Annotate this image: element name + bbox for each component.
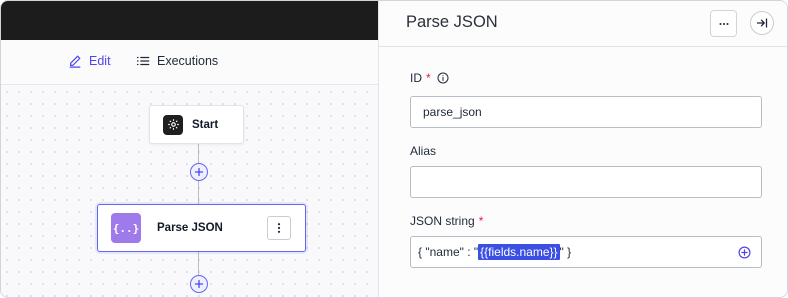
workflow-toolbar: Edit Executions [1,40,378,85]
node-menu-button[interactable] [267,216,291,240]
executions-tab[interactable]: Executions [136,54,218,68]
more-options-button[interactable] [710,10,737,37]
app-frame: Edit Executions Start {..} Parse JSON Pa… [0,0,788,298]
edit-tab[interactable]: Edit [68,54,111,68]
kebab-menu-icon [277,223,281,233]
id-field-label: ID * [410,71,449,85]
plus-icon [194,279,204,289]
connector-line [198,181,199,204]
alias-input[interactable] [410,166,762,198]
collapse-right-icon [756,18,768,28]
connector-line [198,144,199,163]
executions-label: Executions [157,54,219,68]
top-bar [1,1,378,40]
step-panel: Parse JSON ID * parse_json Alias JSON st… [378,1,787,297]
more-horizontal-icon [719,22,728,25]
add-step-button[interactable] [190,163,208,181]
id-input-value: parse_json [423,105,482,119]
json-string-field-label: JSON string * [410,214,483,228]
json-string-label-text: JSON string [410,214,475,228]
start-node-label: Start [192,118,219,131]
id-label-text: ID [410,71,422,85]
start-node-icon [163,114,183,135]
plus-icon [194,167,204,177]
json-prefix: { "name" : " [418,245,479,259]
pencil-icon [69,55,81,68]
required-mark: * [478,214,484,228]
start-node[interactable]: Start [149,105,244,144]
json-suffix: " } [559,245,572,259]
alias-label-text: Alias [410,144,437,158]
workflow-area: Edit Executions Start {..} Parse JSON [1,1,378,297]
list-icon [136,56,150,66]
collapse-panel-button[interactable] [750,11,774,35]
braces-icon: {..} [111,213,141,243]
alias-field-label: Alias [410,144,436,158]
panel-title: Parse JSON [406,13,498,31]
parse-json-node[interactable]: {..} Parse JSON [97,204,306,252]
add-variable-icon[interactable] [738,246,751,259]
edit-label: Edit [89,54,111,68]
id-input[interactable]: parse_json [410,96,762,128]
add-step-button[interactable] [190,275,208,293]
variable-token[interactable]: {{fields.name}} [478,244,560,260]
required-mark: * [426,71,431,85]
panel-header: Parse JSON [379,1,787,47]
json-string-input[interactable]: { "name" : " {{fields.name}} " } [410,236,762,268]
parse-json-node-label: Parse JSON [157,222,223,234]
connector-line [198,252,199,275]
info-icon[interactable] [437,72,449,84]
gear-icon [167,119,179,130]
